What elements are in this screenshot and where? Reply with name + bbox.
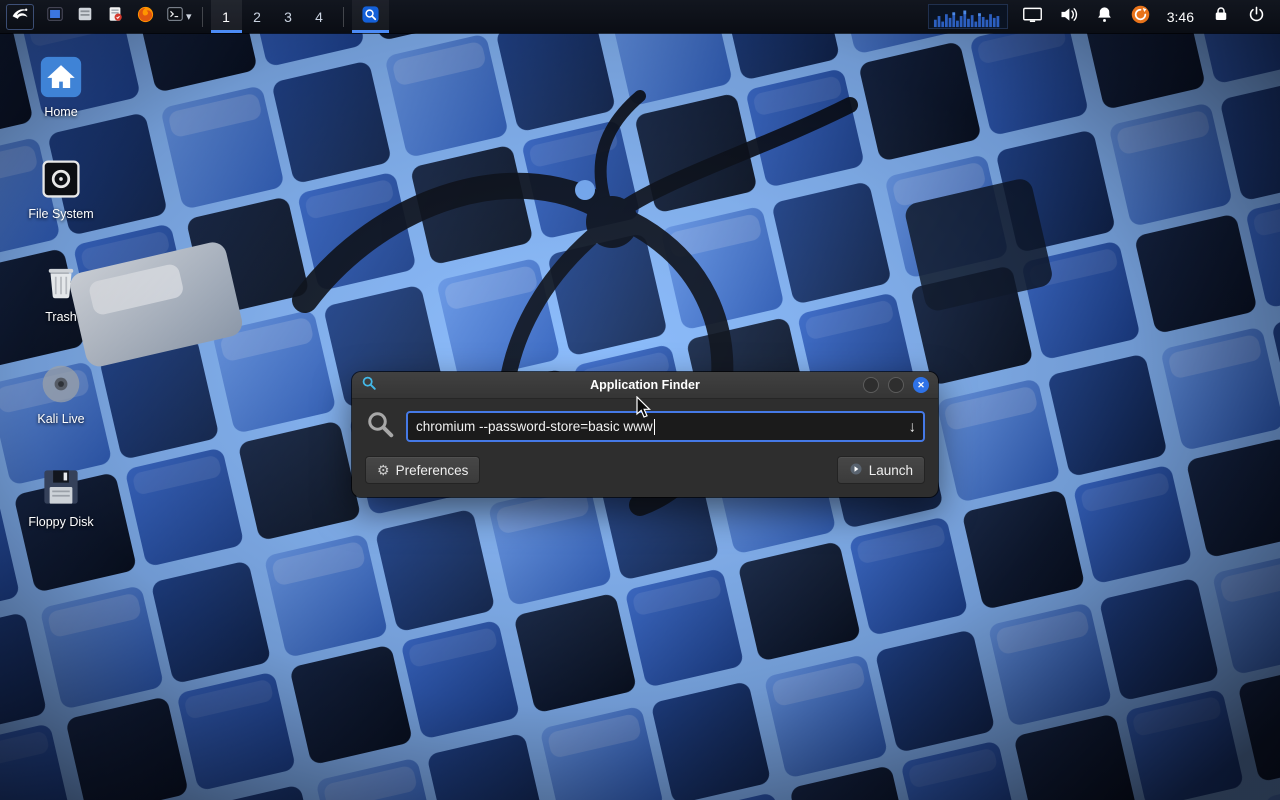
firefox-icon [136,5,155,29]
gear-icon: ⚙ [377,463,390,477]
clock[interactable]: 3:46 [1165,9,1196,25]
notifications-tray-button[interactable] [1093,5,1116,28]
launch-icon [849,462,863,478]
panel-left: ▾ 1 2 3 4 [0,0,389,33]
desktop-icon-label: Home [44,105,77,119]
trash-icon [38,259,84,305]
search-row: chromium --password-store=basic www ↓ [365,409,925,444]
search-input-value: chromium --password-store=basic www [416,419,653,434]
logout-button[interactable] [1245,5,1268,28]
workspace-1[interactable]: 1 [211,0,242,33]
desktop-icon-column: Home File System Trash Kali Live Floppy … [14,54,108,529]
disc-icon [38,361,84,407]
file-manager-launcher[interactable] [70,0,100,33]
floppy-icon [38,464,84,510]
app-finder-icon [361,5,380,29]
volume-tray-button[interactable] [1057,5,1080,28]
desktop-icon-trash[interactable]: Trash [14,259,108,324]
desktop-icon-file-system[interactable]: File System [14,156,108,221]
desktop-icon-label: File System [28,207,93,221]
terminal-dropdown-chevron-icon[interactable]: ▾ [186,10,192,23]
panel-separator [202,7,203,27]
text-editor-icon [106,5,124,28]
terminal-icon [166,5,184,28]
search-icon [365,409,395,444]
text-editor-launcher[interactable] [100,0,130,33]
button-row: ⚙ Preferences Launch [365,456,925,484]
close-icon: ✕ [917,380,925,391]
panel-right: 3:46 [928,0,1280,33]
workspace-3[interactable]: 3 [273,0,304,33]
close-button[interactable]: ✕ [913,377,929,393]
desktop-icon-label: Kali Live [37,412,84,426]
window-controls: ✕ [863,377,929,393]
desktop-icon-kali-live[interactable]: Kali Live [14,361,108,426]
lock-icon [1212,5,1230,28]
desktop-icon-floppy-disk[interactable]: Floppy Disk [14,464,108,529]
firefox-launcher[interactable] [130,0,160,33]
panel-separator [343,7,344,27]
window-title: Application Finder [352,378,938,392]
desktop-icon-label: Floppy Disk [28,515,93,529]
display-tray-button[interactable] [1021,5,1044,28]
window-icon [46,5,64,28]
search-input[interactable]: chromium --password-store=basic www ↓ [406,411,925,442]
top-panel: ▾ 1 2 3 4 [0,0,1280,33]
kali-logo-icon [10,4,31,30]
bell-icon [1095,5,1114,29]
history-dropdown-icon[interactable]: ↓ [909,418,917,435]
launch-button-label: Launch [869,463,913,478]
updates-tray-button[interactable] [1129,5,1152,28]
preferences-button-label: Preferences [396,463,469,478]
maximize-button[interactable] [888,377,904,393]
desktop-icon-home[interactable]: Home [14,54,108,119]
window-app-icon [361,375,377,396]
application-finder-window: Application Finder ✕ chromium --password… [352,372,938,497]
home-icon [38,54,84,100]
workspace-4[interactable]: 4 [304,0,335,33]
workspace-2[interactable]: 2 [242,0,273,33]
file-manager-icon [76,5,94,28]
text-caret [654,419,655,435]
preferences-button[interactable]: ⚙ Preferences [365,456,480,484]
volume-icon [1058,4,1079,30]
power-icon [1247,5,1266,29]
window-manager-launcher[interactable] [40,0,70,33]
minimize-button[interactable] [863,377,879,393]
finder-body: chromium --password-store=basic www ↓ ⚙ … [352,399,938,497]
desktop-icon-label: Trash [45,310,77,324]
titlebar[interactable]: Application Finder ✕ [352,372,938,399]
drive-icon [38,156,84,202]
cpu-graph[interactable] [928,4,1008,29]
launch-button[interactable]: Launch [837,456,925,484]
lock-screen-button[interactable] [1209,5,1232,28]
taskbar-application-finder[interactable] [352,0,389,33]
update-icon [1130,4,1151,30]
kali-menu-button[interactable] [6,4,34,30]
display-icon [1022,4,1043,30]
